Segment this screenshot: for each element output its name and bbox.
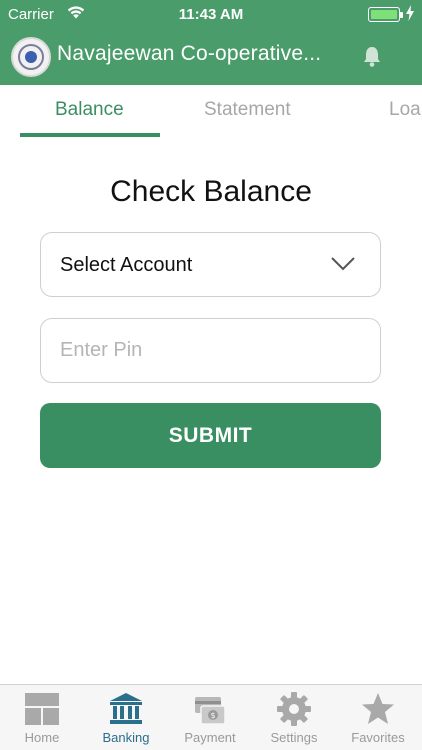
nav-settings[interactable]: Settings	[252, 685, 336, 750]
charging-bolt-icon	[406, 5, 414, 21]
battery-icon	[368, 7, 403, 22]
tab-statement[interactable]: Statement	[204, 99, 291, 121]
account-select-value: Select Account	[60, 254, 193, 276]
status-bar: Carrier 11:43 AM	[0, 0, 422, 30]
header: Navajeewan Co-operative...	[0, 32, 422, 82]
svg-text:$: $	[210, 711, 215, 720]
bank-icon	[110, 693, 142, 724]
payment-icon: $	[195, 697, 226, 725]
pin-input[interactable]	[40, 318, 381, 383]
tab-balance[interactable]: Balance	[55, 99, 124, 121]
tab-loan[interactable]: Loa	[389, 99, 421, 121]
nav-banking-label: Banking	[102, 730, 150, 745]
section-heading: Check Balance	[110, 175, 312, 208]
page-title: Navajeewan Co-operative...	[57, 42, 322, 65]
bell-icon[interactable]	[361, 45, 383, 69]
nav-favorites-label: Favorites	[351, 730, 405, 745]
chevron-down-icon	[331, 257, 355, 271]
nav-banking[interactable]: Banking	[84, 685, 168, 750]
bank-seal-logo	[11, 37, 51, 77]
account-select[interactable]: Select Account	[40, 232, 381, 297]
nav-settings-label: Settings	[270, 730, 318, 745]
gear-icon	[277, 692, 311, 726]
home-icon	[25, 693, 59, 725]
nav-favorites[interactable]: Favorites	[336, 685, 420, 750]
tab-bar: Balance Statement Loa	[0, 85, 422, 139]
nav-payment[interactable]: $ Payment	[168, 685, 252, 750]
clock-time: 11:43 AM	[178, 6, 244, 23]
star-icon	[362, 693, 394, 724]
submit-button[interactable]: SUBMIT	[40, 403, 381, 468]
bottom-nav: Home Banking $ Payment Settings Favorite…	[0, 684, 422, 750]
nav-home-label: Home	[24, 730, 60, 745]
active-tab-indicator	[20, 133, 160, 137]
nav-home[interactable]: Home	[0, 685, 84, 750]
app-header-bar: Carrier 11:43 AM Navajeewan Co-operative…	[0, 0, 422, 85]
nav-payment-label: Payment	[184, 730, 236, 745]
